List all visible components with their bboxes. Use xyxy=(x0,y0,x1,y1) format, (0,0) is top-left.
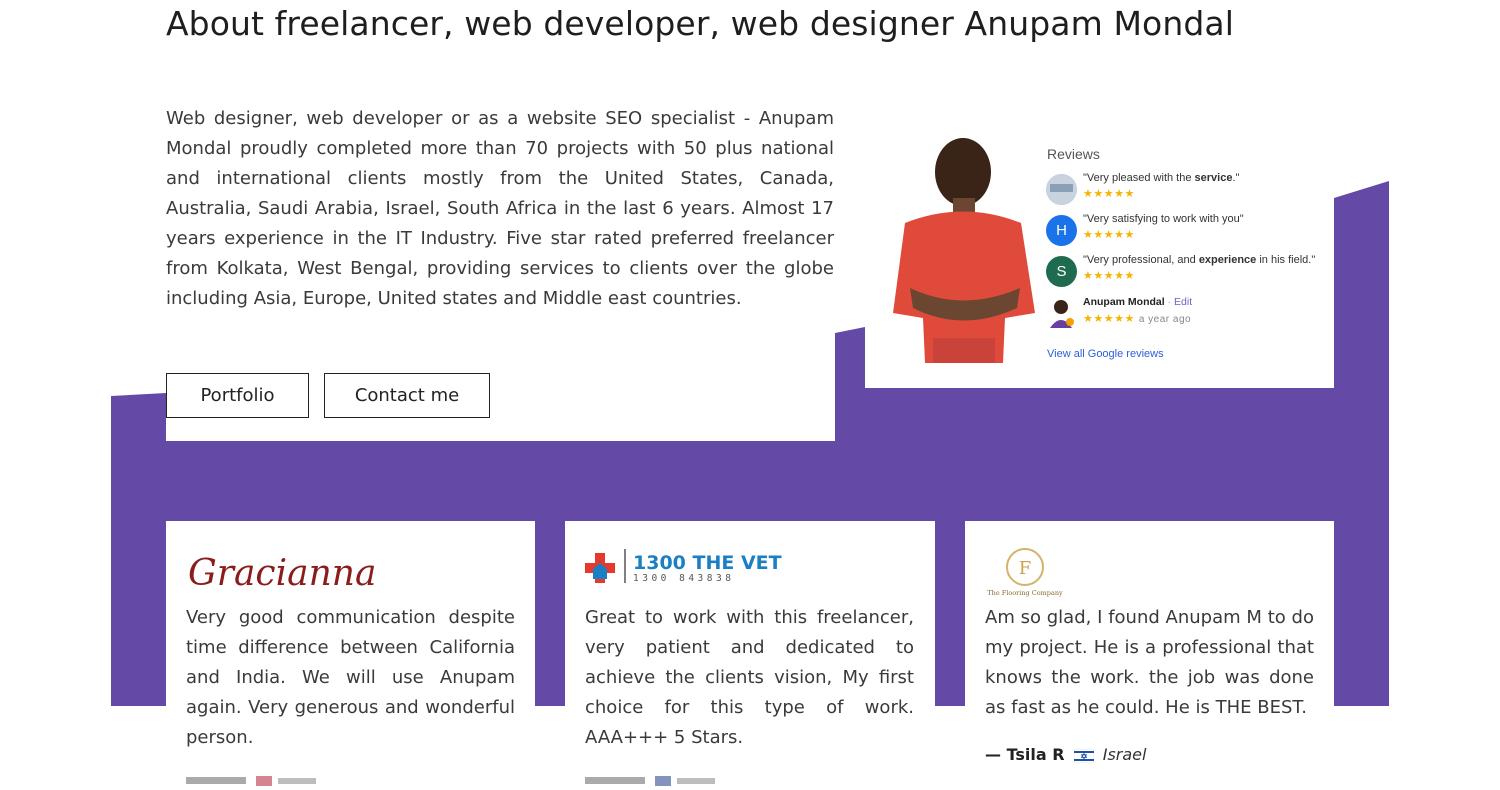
testimonial-author: — Tsila R Israel xyxy=(985,745,1147,764)
testimonial-text: Great to work with this freelancer, very… xyxy=(585,607,914,748)
testimonial-author xyxy=(186,771,316,790)
reviews-title: Reviews xyxy=(1047,146,1100,162)
reviewer-logo-avatar xyxy=(1046,174,1077,205)
svg-text:The Flooring Company: The Flooring Company xyxy=(987,589,1063,597)
page-heading: About freelancer, web developer, web des… xyxy=(166,4,1234,43)
testimonial-card: 1300 THE VET 1300 843838 Great to work w… xyxy=(565,521,934,786)
intro-paragraph: Web designer, web developer or as a webs… xyxy=(166,108,834,309)
reviewer-avatar: S xyxy=(1046,256,1077,287)
svg-text:F: F xyxy=(1019,558,1032,579)
testimonial-author xyxy=(585,771,715,790)
edit-link[interactable]: Edit xyxy=(1174,296,1192,308)
1300-the-vet-logo: 1300 THE VET 1300 843838 xyxy=(585,549,782,584)
svg-text:1300 843838: 1300 843838 xyxy=(633,573,734,584)
svg-text:1300 THE VET: 1300 THE VET xyxy=(633,552,782,574)
review-stars: ★★★★★ xyxy=(1083,188,1135,200)
view-all-reviews-link[interactable]: View all Google reviews xyxy=(1047,348,1164,360)
portfolio-button[interactable]: Portfolio xyxy=(166,373,309,418)
reviews-image-panel: Reviews "Very pleased with the service."… xyxy=(865,118,1334,388)
review-stars: ★★★★★ xyxy=(1083,270,1135,282)
reviewer-avatar: H xyxy=(1046,215,1077,246)
svg-text:Gracianna: Gracianna xyxy=(188,553,376,594)
testimonial-card: Gracianna Very good communication despit… xyxy=(166,521,535,786)
gracianna-logo: Gracianna xyxy=(188,553,376,594)
testimonial-card: F The Flooring Company Am so glad, I fou… xyxy=(965,521,1334,780)
flooring-company-logo: F The Flooring Company xyxy=(987,548,1063,597)
freelancer-photo xyxy=(893,138,1035,363)
israel-flag-icon xyxy=(1073,748,1094,763)
contact-me-button[interactable]: Contact me xyxy=(324,373,490,418)
review-stars: ★★★★★ xyxy=(1083,229,1135,241)
testimonial-text: Am so glad, I found Anupam M to do my pr… xyxy=(985,607,1314,718)
testimonial-text: Very good communication despite time dif… xyxy=(186,607,515,748)
owner-avatar xyxy=(1046,298,1077,329)
